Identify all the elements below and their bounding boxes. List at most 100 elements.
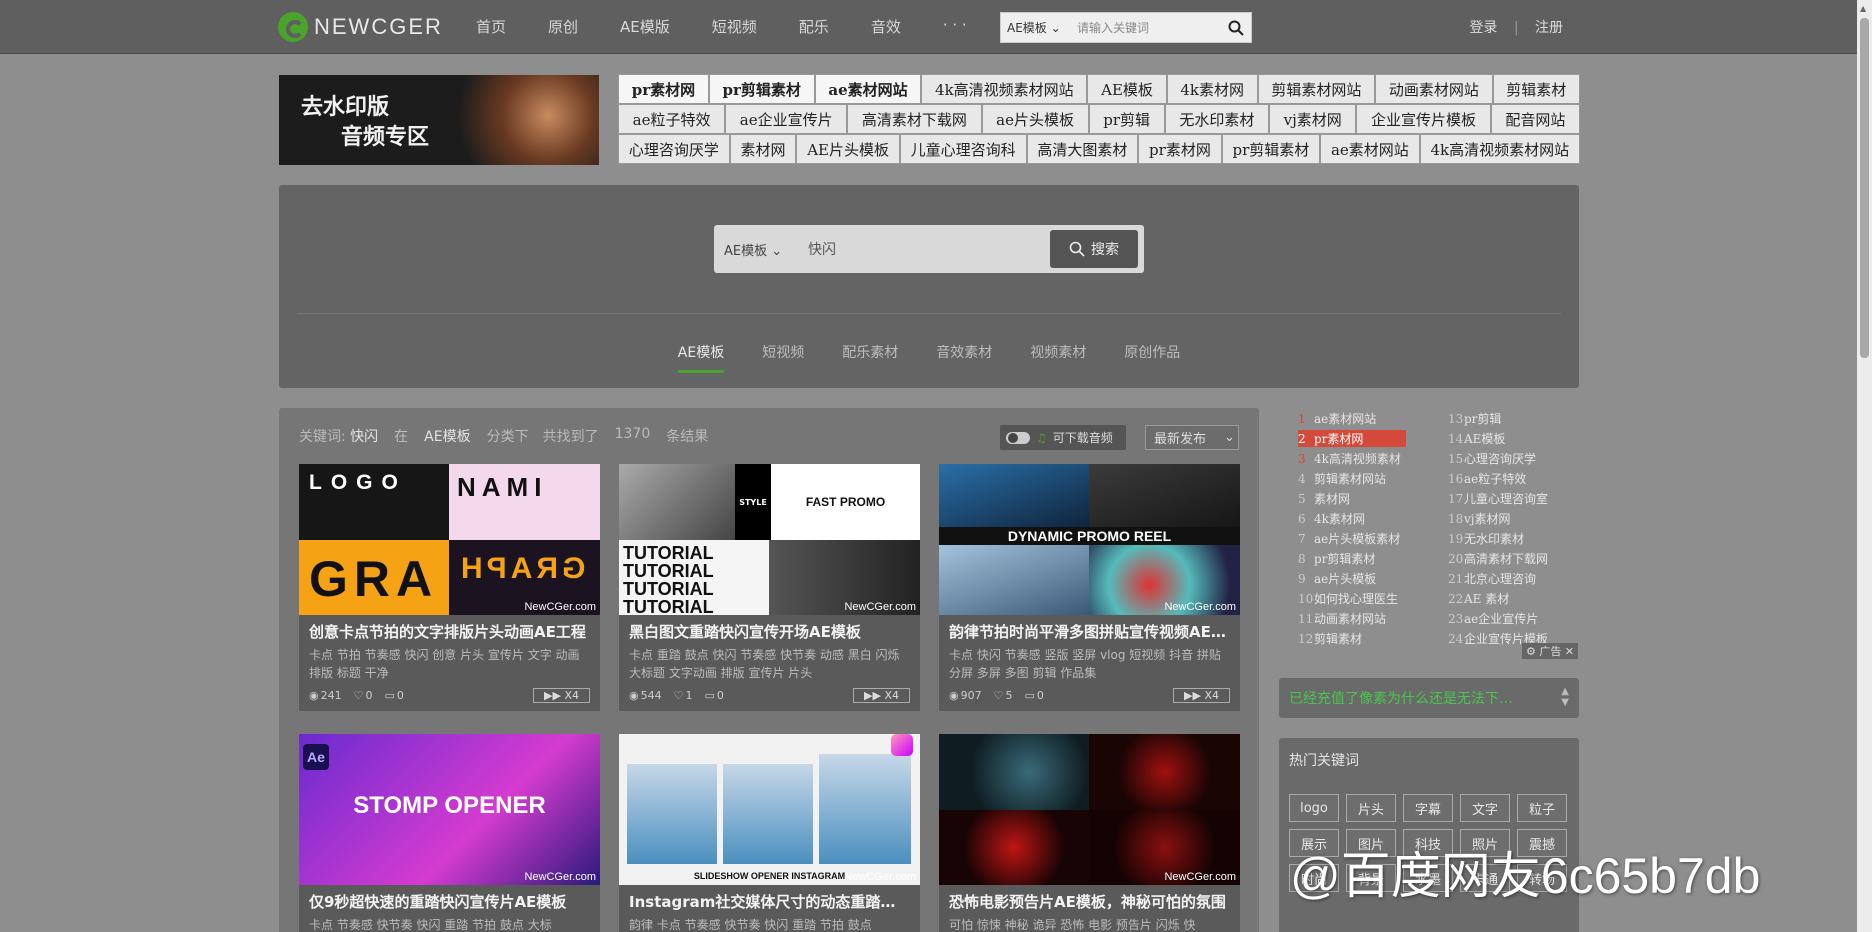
audio-download-toggle[interactable]: ♫ 可下载音频 [1000, 425, 1126, 450]
ad-label[interactable]: ⚙ 广告 ✕ [1522, 643, 1579, 659]
tag-link[interactable]: 心理咨询厌学 [618, 134, 730, 164]
template-card[interactable]: NewCGer.com 恐怖电影预告片AE模板，神秘可怕的氛围 可怕 惊悚 神秘… [939, 734, 1240, 932]
hot-search-item[interactable]: 8 pr剪辑素材 [1298, 550, 1375, 567]
card-thumbnail[interactable]: DYNAMIC PROMO REEL NewCGer.com [939, 464, 1240, 615]
tag-link[interactable]: ae素材网站 [1320, 134, 1420, 164]
hot-search-item[interactable]: 11动画素材网站 [1298, 610, 1386, 627]
tab-ae-templates[interactable]: AE模板 [677, 342, 725, 373]
header-search-button[interactable] [1221, 13, 1251, 42]
tag-link[interactable]: AE模板 [1087, 74, 1167, 104]
tag-link[interactable]: pr素材网 [618, 74, 709, 104]
nav-ae-templates[interactable]: AE模版 [620, 16, 670, 37]
login-link[interactable]: 登录 [1469, 20, 1497, 36]
tag-link[interactable]: 剪辑素材网站 [1257, 74, 1376, 104]
hot-search-item[interactable]: 16ae粒子特效 [1448, 470, 1526, 487]
card-thumbnail[interactable]: SLIDESHOW OPENER INSTAGRAM NewCGer.com [619, 734, 920, 885]
tab-original-works[interactable]: 原创作品 [1124, 342, 1180, 373]
tag-link[interactable]: pr剪辑素材 [708, 74, 815, 104]
tag-link[interactable]: pr剪辑素材 [1221, 134, 1321, 164]
nav-original[interactable]: 原创 [548, 16, 578, 37]
header-search-input[interactable]: 请输入关键词 [1071, 19, 1221, 36]
nav-short-video[interactable]: 短视频 [712, 16, 757, 37]
tag-link[interactable]: ae粒子特效 [618, 104, 726, 134]
tab-music[interactable]: 配乐素材 [842, 342, 898, 373]
hot-search-item[interactable]: 10如何找心理医生 [1298, 590, 1398, 607]
tag-link[interactable]: 企业宣传片模板 [1356, 104, 1491, 134]
hot-search-item[interactable]: 9 ae片头模板 [1298, 570, 1376, 587]
hot-search-item[interactable]: 5 素材网 [1298, 490, 1350, 507]
scroll-up-icon[interactable]: ▲ [1860, 4, 1866, 13]
tag-link[interactable]: 动画素材网站 [1375, 74, 1493, 104]
hot-keyword-button[interactable]: 文字 [1460, 794, 1510, 822]
tag-link[interactable]: 儿童心理咨询科 [899, 134, 1027, 164]
notice-text[interactable]: 已经充值了像素为什么还是无法下… [1289, 688, 1513, 708]
toggle-switch[interactable] [1006, 431, 1030, 444]
hot-search-item[interactable]: 4 剪辑素材网站 [1298, 470, 1386, 487]
card-title[interactable]: Instagram社交媒体尺寸的动态重踏片… [619, 885, 920, 912]
tab-sound-effects[interactable]: 音效素材 [936, 342, 992, 373]
hot-search-item[interactable]: 19无水印素材 [1448, 530, 1524, 547]
hot-keyword-button[interactable]: 字幕 [1403, 794, 1453, 822]
tag-link[interactable]: pr素材网 [1138, 134, 1222, 164]
card-title[interactable]: 仅9秒超快速的重踏快闪宣传片AE模板 [299, 885, 600, 912]
notice-ticker[interactable]: 已经充值了像素为什么还是无法下… ▲ ▼ [1279, 678, 1579, 718]
hot-search-item[interactable]: 21北京心理咨询 [1448, 570, 1536, 587]
card-title[interactable]: 韵律节拍时尚平滑多图拼贴宣传视频AE… [939, 615, 1240, 642]
main-search-button[interactable]: 搜索 [1050, 230, 1138, 268]
hot-search-item[interactable]: 23ae企业宣传片 [1448, 610, 1538, 627]
hot-search-item[interactable]: 20高清素材下载网 [1448, 550, 1548, 567]
template-card[interactable]: STYLE FAST PROMO TUTORIAL TUTORIAL TUTORIA… [619, 464, 920, 711]
scrollbar-thumb[interactable] [1860, 18, 1869, 358]
hot-search-item[interactable]: 3 4k高清视频素材 [1298, 450, 1401, 467]
tag-link[interactable]: 配音网站 [1490, 104, 1580, 134]
tag-link[interactable]: vj素材网 [1268, 104, 1357, 134]
site-logo[interactable]: NEWCGER [278, 12, 443, 42]
page-scrollbar[interactable]: ▲ [1857, 0, 1872, 932]
nav-music[interactable]: 配乐 [799, 16, 829, 37]
tab-short-video[interactable]: 短视频 [762, 342, 804, 373]
hot-search-item[interactable]: 17儿童心理咨询室 [1448, 490, 1548, 507]
tag-link[interactable]: pr剪辑 [1088, 104, 1165, 134]
card-title[interactable]: 恐怖电影预告片AE模板，神秘可怕的氛围 [939, 885, 1240, 912]
promo-banner[interactable]: 去水印版 音频专区 [279, 75, 599, 165]
nav-sound-effects[interactable]: 音效 [871, 16, 901, 37]
card-thumbnail[interactable]: NewCGer.com [939, 734, 1240, 885]
hot-search-item[interactable]: 18vj素材网 [1448, 510, 1511, 527]
hot-search-item[interactable]: 15心理咨询厌学 [1448, 450, 1536, 467]
template-card[interactable]: SLIDESHOW OPENER INSTAGRAM NewCGer.com I… [619, 734, 920, 932]
tag-link[interactable]: 4k素材网 [1166, 74, 1258, 104]
card-thumbnail[interactable]: Ae STOMP OPENER NewCGer.com [299, 734, 600, 885]
tag-link[interactable]: ae企业宣传片 [725, 104, 848, 134]
nav-home[interactable]: 首页 [476, 16, 506, 37]
tag-link[interactable]: 无水印素材 [1164, 104, 1269, 134]
hot-search-item[interactable]: 2 pr素材网 [1298, 430, 1406, 447]
tag-link[interactable]: 4k高清视频素材网站 [1419, 134, 1580, 164]
tab-video-footage[interactable]: 视频素材 [1030, 342, 1086, 373]
hot-search-item[interactable]: 1 ae素材网站 [1298, 410, 1376, 427]
hot-keyword-button[interactable]: 片头 [1346, 794, 1396, 822]
hot-keyword-button[interactable]: logo [1289, 794, 1339, 822]
register-link[interactable]: 注册 [1535, 20, 1563, 36]
tag-link[interactable]: 高清大图素材 [1026, 134, 1139, 164]
hot-search-item[interactable]: 12剪辑素材 [1298, 630, 1362, 647]
template-card[interactable]: LOGO GRA NAMI GRAPH NewCGer.com 创意卡点节拍的文… [299, 464, 600, 711]
main-search-input[interactable]: 快闪 [808, 239, 1050, 259]
hot-search-item[interactable]: 6 4k素材网 [1298, 510, 1365, 527]
tag-link[interactable]: 4k高清视频素材网站 [921, 74, 1088, 104]
template-card[interactable]: Ae STOMP OPENER NewCGer.com 仅9秒超快速的重踏快闪宣… [299, 734, 600, 932]
hot-keyword-button[interactable]: 粒子 [1517, 794, 1567, 822]
preview-speed-button[interactable]: ▶▶ X4 [533, 688, 590, 703]
hot-search-item[interactable]: 7 ae片头模板素材 [1298, 530, 1400, 547]
tag-link[interactable]: ae素材网站 [814, 74, 922, 104]
nav-more[interactable]: · · · [943, 16, 967, 37]
ticker-arrows-icon[interactable]: ▲ ▼ [1561, 686, 1569, 708]
card-thumbnail[interactable]: LOGO GRA NAMI GRAPH NewCGer.com [299, 464, 600, 615]
close-icon[interactable]: ✕ [1565, 645, 1574, 658]
hot-search-item[interactable]: 22AE 素材 [1448, 590, 1509, 607]
card-title[interactable]: 创意卡点节拍的文字排版片头动画AE工程 [299, 615, 600, 642]
preview-speed-button[interactable]: ▶▶ X4 [853, 688, 910, 703]
header-search-category-select[interactable]: AE模板 ⌄ [1001, 19, 1071, 36]
main-search-category-select[interactable]: AE模板 ⌄ [714, 240, 808, 259]
tag-link[interactable]: 剪辑素材 [1492, 74, 1580, 104]
tag-link[interactable]: AE片头模板 [796, 134, 900, 164]
